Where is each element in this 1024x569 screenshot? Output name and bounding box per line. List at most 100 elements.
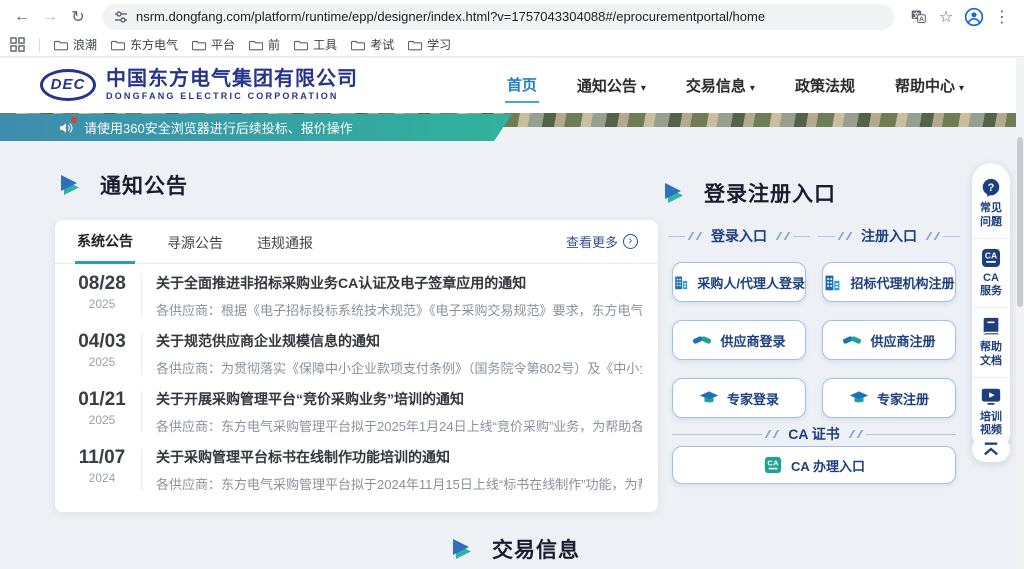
notice-desc: 各供应商：东方电气采购管理平台拟于2025年1月24日上线“竞价采购”业务，为帮… [156,416,642,435]
folder-icon [111,39,125,51]
chevron-right-circle-icon [623,234,638,249]
notice-list-item[interactable]: 11/07 2024 关于采购管理平台标书在线制作功能培训的通知 各供应商：东方… [55,438,658,496]
supplier-register-button[interactable]: 供应商注册 [822,320,956,360]
nav-item-trade-info[interactable]: 交易信息 [684,69,757,102]
url-text: nsrm.dongfang.com/platform/runtime/epp/d… [136,9,765,24]
view-more-link[interactable]: 查看更多 [566,232,638,251]
translate-icon[interactable]: 文 A [906,5,930,29]
trade-info-section-header: 交易信息 [450,534,580,564]
training-video-icon [980,386,1002,408]
site-header: DEC 中国东方电气集团有限公司 DONGFANG ELECTRIC CORPO… [0,58,1024,113]
bookmark-item[interactable]: 浪潮 [54,36,97,53]
divider [141,391,142,432]
section-title: 通知公告 [100,170,188,200]
back-icon[interactable]: ← [10,5,34,29]
notice-section-header: 通知公告 [58,170,188,200]
browser-toolbar: ← → ↻ nsrm.dongfang.com/platform/runtime… [0,0,1024,33]
supplier-login-button[interactable]: 供应商登录 [672,320,806,360]
speaker-icon [58,120,74,136]
bookmark-label: 考试 [370,36,394,53]
screen: ← → ↻ nsrm.dongfang.com/platform/runtime… [0,0,1024,569]
notice-date: 01/21 2025 [71,389,133,438]
folder-icon [351,39,365,51]
divider [141,275,142,316]
building-icon [673,273,689,292]
scrollbar-thumb[interactable] [1017,137,1023,307]
nav-item-home[interactable]: 首页 [505,68,539,103]
alert-dot [71,117,77,123]
bookmark-label: 前 [268,36,280,53]
tab-system-notices[interactable]: 系统公告 [75,219,135,264]
bidding-agency-register-button[interactable]: 招标代理机构注册 [822,262,956,302]
folder-icon [54,39,68,51]
forward-icon[interactable]: → [38,5,62,29]
svg-text:?: ? [988,182,995,194]
folder-icon [192,39,206,51]
notice-list-item[interactable]: 04/03 2025 关于规范供应商企业规模信息的通知 各供应商：为贯彻落实《保… [55,322,658,380]
register-group-header: 注册入口 [818,226,960,246]
notice-list-item[interactable]: 01/21 2025 关于开展采购管理平台“竞价采购业务”培训的通知 各供应商：… [55,380,658,438]
bookmarks-bar: 浪潮 东方电气 平台 前 工具 考试 学习 [0,33,1024,57]
notice-list-item[interactable]: 08/28 2025 关于全面推进非招标采购业务CA认证及电子签章应用的通知 各… [55,264,658,322]
notice-desc: 各供应商：根据《电子招标投标系统技术规范》《电子采购交易规范》要求，东方电气采购… [156,300,642,319]
ca-badge-icon: CA [980,247,1002,269]
company-logo[interactable]: DEC 中国东方电气集团有限公司 DONGFANG ELECTRIC CORPO… [40,68,358,101]
notice-date: 08/28 2025 [71,273,133,322]
purchaser-agent-login-button[interactable]: 采购人/代理人登录 [672,262,806,302]
bookmark-item[interactable]: 东方电气 [111,36,178,53]
ca-badge-icon: CA [763,455,783,475]
bookmark-item[interactable]: 考试 [351,36,394,53]
notice-tabs: 系统公告 寻源公告 违规通报 查看更多 [55,220,658,264]
view-more-label: 查看更多 [566,232,618,251]
bookmark-item[interactable]: 平台 [192,36,235,53]
divider [39,38,40,52]
notice-title: 关于采购管理平台标书在线制作功能培训的通知 [156,447,642,467]
help-doc-icon [980,316,1002,338]
tab-violation-reports[interactable]: 违规通报 [255,221,315,263]
notice-desc: 各供应商：东方电气采购管理平台拟于2024年11月15日上线“标书在线制作”功能… [156,474,642,493]
menu-icon[interactable]: ⋮ [990,5,1014,29]
divider [141,333,142,374]
handshake-icon [692,330,712,350]
refresh-icon[interactable]: ↻ [66,5,90,29]
expert-register-button[interactable]: 专家注册 [822,378,956,418]
folder-icon [249,39,263,51]
bookmark-item[interactable]: 前 [249,36,280,53]
bookmark-star-icon[interactable]: ☆ [934,5,958,29]
notice-date: 04/03 2025 [71,331,133,380]
collapse-sidebar-button[interactable] [972,436,1010,462]
expert-login-button[interactable]: 专家登录 [672,378,806,418]
nav-item-policies[interactable]: 政策法规 [793,69,857,102]
bookmark-label: 平台 [211,36,235,53]
ca-entry-button[interactable]: CA CA 办理入口 [672,446,956,484]
svg-text:CA: CA [985,250,997,260]
login-group-header: 登录入口 [668,226,810,246]
handshake-icon [842,330,862,350]
bookmark-label: 学习 [427,36,451,53]
tab-sourcing-notices[interactable]: 寻源公告 [165,221,225,263]
nav-item-notices[interactable]: 通知公告 [575,69,648,102]
profile-avatar[interactable] [962,5,986,29]
bookmark-label: 工具 [313,36,337,53]
ca-service-shortcut[interactable]: CA CA服务 [972,238,1010,308]
main-nav: 首页 通知公告 交易信息 政策法规 帮助中心 [505,58,966,113]
ticker-text: 请使用360安全浏览器进行后续投标、报价操作 [84,118,353,137]
bookmark-item[interactable]: 工具 [294,36,337,53]
notice-ticker: 请使用360安全浏览器进行后续投标、报价操作 [0,114,512,141]
collapse-up-icon [982,441,1000,457]
address-bar[interactable]: nsrm.dongfang.com/platform/runtime/epp/d… [102,4,894,30]
bookmark-item[interactable]: 学习 [408,36,451,53]
tune-icon [114,10,128,24]
notice-title: 关于规范供应商企业规模信息的通知 [156,331,642,351]
scrollbar[interactable] [1016,57,1024,569]
section-arrow-icon [450,538,476,560]
notice-title: 关于开展采购管理平台“竞价采购业务”培训的通知 [156,389,642,409]
notice-date: 11/07 2024 [71,447,133,496]
faq-shortcut[interactable]: ? 常见问题 [972,169,1010,238]
help-docs-shortcut[interactable]: 帮助文档 [972,307,1010,377]
svg-text:CA: CA [767,458,779,467]
apps-grid-icon[interactable] [10,37,25,52]
nav-item-help-center[interactable]: 帮助中心 [893,69,966,102]
section-title: 交易信息 [492,534,580,564]
notice-title: 关于全面推进非招标采购业务CA认证及电子签章应用的通知 [156,273,642,293]
